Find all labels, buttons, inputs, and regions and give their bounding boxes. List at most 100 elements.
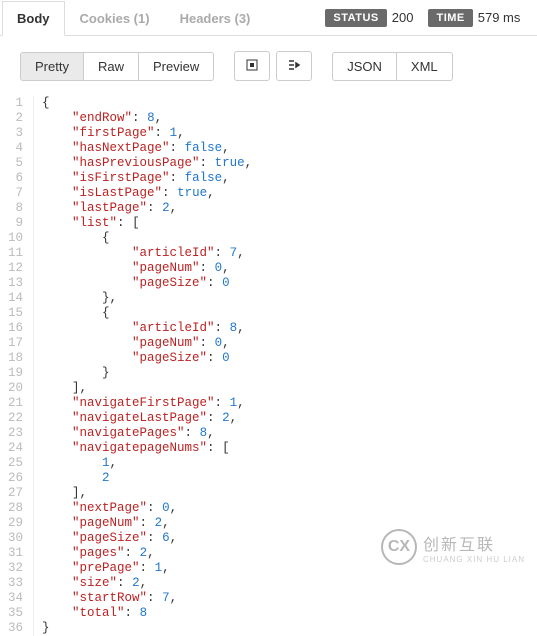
status-area: STATUS 200 TIME 579 ms [325, 9, 530, 27]
collapse-button[interactable] [276, 51, 312, 81]
watermark-sub: CHUANG XIN HU LIAN [423, 555, 525, 564]
code-line: "isFirstPage": false, [42, 171, 252, 186]
xml-button[interactable]: XML [397, 52, 453, 81]
line-number: 1 [6, 96, 23, 111]
code-line: "pageSize": 0 [42, 351, 252, 366]
line-number: 18 [6, 351, 23, 366]
line-number: 2 [6, 111, 23, 126]
line-number: 32 [6, 561, 23, 576]
line-number: 13 [6, 276, 23, 291]
toolbar: Pretty Raw Preview JSON XML [0, 36, 537, 96]
line-number: 11 [6, 246, 23, 261]
tab-body[interactable]: Body [2, 1, 65, 36]
line-number: 33 [6, 576, 23, 591]
preview-button[interactable]: Preview [139, 52, 214, 81]
line-number: 6 [6, 171, 23, 186]
top-row: Body Cookies (1) Headers (3) STATUS 200 … [0, 0, 537, 36]
tab-headers[interactable]: Headers (3) [165, 1, 266, 35]
code-line: { [42, 96, 252, 111]
line-number: 27 [6, 486, 23, 501]
line-gutter: 1234567891011121314151617181920212223242… [6, 96, 34, 636]
code-line: 1, [42, 456, 252, 471]
format-group: JSON XML [332, 52, 452, 81]
line-number: 24 [6, 441, 23, 456]
watermark: CX 创新互联 CHUANG XIN HU LIAN [381, 529, 525, 565]
line-number: 17 [6, 336, 23, 351]
line-number: 15 [6, 306, 23, 321]
code-line: "hasNextPage": false, [42, 141, 252, 156]
code-line: "navigatePages": 8, [42, 426, 252, 441]
line-number: 30 [6, 531, 23, 546]
code-body[interactable]: { "endRow": 8, "firstPage": 1, "hasNextP… [34, 96, 252, 636]
line-number: 31 [6, 546, 23, 561]
code-line: "prePage": 1, [42, 561, 252, 576]
view-mode-group: Pretty Raw Preview [20, 52, 214, 81]
line-number: 21 [6, 396, 23, 411]
time-label: TIME [428, 9, 472, 27]
status-value: 200 [392, 10, 414, 25]
code-line: "articleId": 8, [42, 321, 252, 336]
top-tabs: Body Cookies (1) Headers (3) [2, 1, 265, 35]
code-line: "size": 2, [42, 576, 252, 591]
line-number: 28 [6, 501, 23, 516]
code-line: "navigateFirstPage": 1, [42, 396, 252, 411]
code-line: "nextPage": 0, [42, 501, 252, 516]
line-number: 10 [6, 231, 23, 246]
code-line: { [42, 306, 252, 321]
status-label: STATUS [325, 9, 386, 27]
watermark-logo-icon: CX [381, 529, 417, 565]
code-line: { [42, 231, 252, 246]
wrap-icon [245, 58, 259, 75]
watermark-main: 创新互联 [423, 531, 495, 555]
code-line: "lastPage": 2, [42, 201, 252, 216]
code-line: "pageSize": 0 [42, 276, 252, 291]
code-line: "endRow": 8, [42, 111, 252, 126]
line-number: 7 [6, 186, 23, 201]
code-line: "articleId": 7, [42, 246, 252, 261]
line-number: 26 [6, 471, 23, 486]
line-number: 8 [6, 201, 23, 216]
code-line: "startRow": 7, [42, 591, 252, 606]
raw-button[interactable]: Raw [84, 52, 139, 81]
collapse-icon [287, 58, 301, 75]
line-number: 19 [6, 366, 23, 381]
line-number: 35 [6, 606, 23, 621]
line-number: 12 [6, 261, 23, 276]
code-line: } [42, 366, 252, 381]
code-line: "list": [ [42, 216, 252, 231]
line-number: 14 [6, 291, 23, 306]
line-number: 3 [6, 126, 23, 141]
code-line: }, [42, 291, 252, 306]
line-number: 22 [6, 411, 23, 426]
line-number: 4 [6, 141, 23, 156]
code-line: "pageNum": 2, [42, 516, 252, 531]
code-line: "navigateLastPage": 2, [42, 411, 252, 426]
code-line: "pages": 2, [42, 546, 252, 561]
code-line: "pageNum": 0, [42, 336, 252, 351]
code-line: "isLastPage": true, [42, 186, 252, 201]
line-number: 20 [6, 381, 23, 396]
code-line: ], [42, 381, 252, 396]
line-number: 25 [6, 456, 23, 471]
line-number: 5 [6, 156, 23, 171]
line-number: 36 [6, 621, 23, 636]
code-line: "hasPreviousPage": true, [42, 156, 252, 171]
line-number: 16 [6, 321, 23, 336]
line-number: 34 [6, 591, 23, 606]
json-button[interactable]: JSON [332, 52, 397, 81]
code-line: "pageNum": 0, [42, 261, 252, 276]
wrap-button[interactable] [234, 51, 270, 81]
line-number: 9 [6, 216, 23, 231]
time-value: 579 ms [478, 10, 521, 25]
pretty-button[interactable]: Pretty [20, 52, 84, 81]
line-number: 23 [6, 426, 23, 441]
code-line: "navigatepageNums": [ [42, 441, 252, 456]
code-line: ], [42, 486, 252, 501]
line-number: 29 [6, 516, 23, 531]
tab-cookies[interactable]: Cookies (1) [65, 1, 165, 35]
code-line: "pageSize": 6, [42, 531, 252, 546]
code-line: "firstPage": 1, [42, 126, 252, 141]
code-line: 2 [42, 471, 252, 486]
code-line: "total": 8 [42, 606, 252, 621]
code-line: } [42, 621, 252, 636]
